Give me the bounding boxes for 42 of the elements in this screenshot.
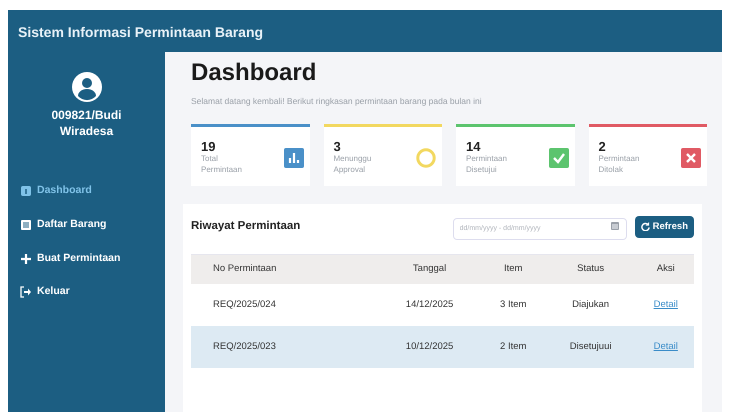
close-icon (681, 148, 701, 168)
table-cell-text: Disetujuui (570, 340, 612, 354)
user-name: 009821/Budi Wiradesa (50, 108, 123, 140)
list-icon (20, 218, 32, 231)
stat-label: Total Permintaan (201, 154, 243, 176)
stat-value: 3 (334, 140, 342, 154)
plus-icon (20, 252, 32, 265)
column-header: Item (504, 262, 522, 276)
check-icon (548, 148, 568, 168)
table-cell-text: 10/12/2025 (406, 340, 454, 354)
sidebar-item[interactable]: Keluar (20, 282, 165, 302)
table-cell-text: 2 Item (500, 340, 526, 354)
column-header: Aksi (656, 262, 675, 276)
table-cell-text: REQ/2025/024 (213, 298, 276, 312)
page-subtitle: Selamat datang kembali! Berikut ringkasan permintaan barang pada bulan ini (191, 95, 482, 108)
stat-label: Permintaan Ditolak (598, 154, 640, 176)
page-title: Dashboard (191, 60, 316, 86)
user-avatar-icon (72, 72, 102, 102)
column-header: No Permintaan (213, 262, 276, 276)
history-title: Riwayat Permintaan (191, 219, 300, 234)
stat-value: 2 (598, 140, 607, 154)
logout-icon (20, 286, 32, 298)
dashboard-icon (20, 185, 32, 198)
table-cell-text: REQ/2025/023 (213, 340, 276, 354)
sidebar-item[interactable]: Dashboard (20, 181, 165, 201)
app-title: Sistem Informasi Permintaan Barang (18, 23, 264, 42)
refresh-button[interactable]: Refresh (634, 216, 694, 238)
detail-link[interactable]: Detail (654, 298, 678, 310)
table-cell-text: Diajukan (572, 298, 610, 312)
table-cell-text: 14/12/2025 (406, 298, 454, 312)
sidebar-item[interactable]: Daftar Barang (20, 214, 165, 235)
refresh-icon (640, 222, 650, 232)
stat-value: 14 (466, 140, 482, 154)
ring-icon (416, 148, 436, 168)
stat-value: 19 (201, 140, 216, 154)
stat-label: Menunggu Approval (334, 154, 372, 176)
sidebar-item[interactable]: Buat Permintaan (20, 248, 165, 268)
bar-chart-icon (284, 148, 304, 168)
table-cell-text: 3 Item (500, 298, 526, 312)
column-header: Tanggal (412, 262, 446, 276)
stat-label: Permintaan Disetujui (466, 154, 508, 176)
column-header: Status (577, 262, 604, 276)
